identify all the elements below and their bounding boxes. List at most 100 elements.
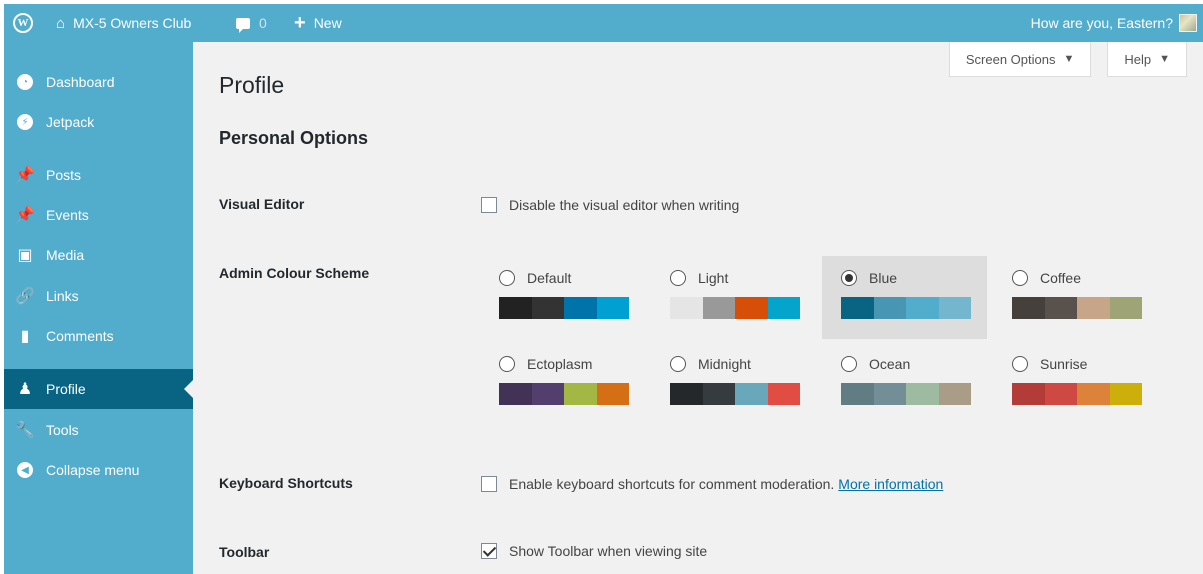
colour-scheme-option[interactable]: Light [651, 256, 816, 339]
help-button[interactable]: Help ▼ [1107, 42, 1187, 77]
colour-scheme-radio[interactable] [670, 356, 686, 372]
visual-editor-field[interactable]: Disable the visual editor when writing [481, 197, 739, 213]
toolbar-label: Toolbar [219, 544, 270, 560]
colour-scheme-option-label[interactable]: Midnight [670, 356, 751, 372]
colour-swatches [670, 297, 800, 319]
main-content: Screen Options ▼ Help ▼ Profile Personal… [193, 42, 1203, 574]
colour-swatch [1077, 383, 1110, 405]
toolbar-checkbox-text: Show Toolbar when viewing site [509, 543, 708, 559]
colour-scheme-option[interactable]: Coffee [993, 256, 1158, 339]
sidebar-item-comments[interactable]: ▮ Comments [4, 316, 193, 356]
colour-swatch [767, 297, 800, 319]
colour-swatch [531, 383, 564, 405]
colour-swatch [1044, 383, 1077, 405]
sidebar-item-label: Media [46, 247, 85, 263]
sidebar-item-media[interactable]: ▣ Media [4, 235, 193, 275]
avatar[interactable] [1179, 14, 1197, 32]
colour-swatches [841, 383, 971, 405]
colour-swatch [906, 297, 939, 319]
colour-scheme-name: Ocean [869, 356, 911, 372]
colour-scheme-name: Default [527, 270, 572, 286]
colour-swatch [1109, 383, 1142, 405]
visual-editor-label: Visual Editor [219, 196, 305, 212]
new-label: New [313, 15, 342, 31]
keyboard-shortcuts-field[interactable]: Enable keyboard shortcuts for comment mo… [481, 476, 943, 492]
jetpack-icon: ⚡ [17, 114, 33, 130]
colour-swatch [670, 297, 703, 319]
sidebar-item-posts[interactable]: 📌 Posts [4, 155, 193, 195]
more-information-link[interactable]: More information [838, 476, 943, 492]
colour-scheme-option[interactable]: Ocean [822, 342, 987, 425]
colour-scheme-radio[interactable] [1012, 356, 1028, 372]
toolbar-checkbox[interactable] [481, 543, 497, 559]
colour-scheme-option-label[interactable]: Ocean [841, 356, 910, 372]
sidebar-item-profile[interactable]: ♟ Profile [4, 369, 193, 409]
colour-scheme-radio[interactable] [499, 356, 515, 372]
colour-scheme-radio[interactable] [670, 270, 686, 286]
keyboard-shortcuts-checkbox[interactable] [481, 476, 497, 492]
colour-scheme-name: Coffee [1040, 270, 1081, 286]
colour-scheme-name: Midnight [698, 356, 751, 372]
colour-scheme-option-label[interactable]: Sunrise [1012, 356, 1087, 372]
colour-scheme-option[interactable]: Sunrise [993, 342, 1158, 425]
sidebar-item-label: Events [46, 207, 89, 223]
colour-swatches [670, 383, 800, 405]
colour-swatch [531, 297, 564, 319]
site-name-link[interactable]: ⌂ MX-5 Owners Club [56, 4, 191, 42]
colour-scheme-option[interactable]: Blue [822, 256, 987, 339]
colour-scheme-option-label[interactable]: Blue [841, 270, 897, 286]
colour-swatch [1109, 297, 1142, 319]
colour-scheme-option-label[interactable]: Default [499, 270, 571, 286]
colour-scheme-option[interactable]: Midnight [651, 342, 816, 425]
colour-scheme-option-label[interactable]: Ectoplasm [499, 356, 592, 372]
sidebar-item-label: Comments [46, 328, 114, 344]
sidebar-item-tools[interactable]: 🔧 Tools [4, 410, 193, 450]
colour-swatch [670, 383, 703, 405]
comments-link[interactable]: 0 [236, 4, 267, 42]
collapse-menu-button[interactable]: ◀ Collapse menu [4, 450, 193, 490]
sidebar-item-dashboard[interactable]: ◔ Dashboard [4, 62, 193, 102]
colour-scheme-radio[interactable] [841, 270, 857, 286]
colour-scheme-option[interactable]: Default [480, 256, 645, 339]
toolbar-field[interactable]: Show Toolbar when viewing site [481, 543, 707, 559]
colour-swatch [1012, 297, 1045, 319]
colour-scheme-option-label[interactable]: Coffee [1012, 270, 1081, 286]
colour-swatches [841, 297, 971, 319]
account-menu[interactable]: How are you, Eastern? [1031, 4, 1173, 42]
colour-swatch [564, 297, 597, 319]
colour-swatch [702, 297, 735, 319]
site-name: MX-5 Owners Club [73, 15, 192, 31]
colour-swatch [873, 297, 906, 319]
colour-scheme-radio[interactable] [499, 270, 515, 286]
home-icon: ⌂ [56, 14, 66, 32]
colour-scheme-option[interactable]: Ectoplasm [480, 342, 645, 425]
visual-editor-checkbox[interactable] [481, 197, 497, 213]
sidebar-item-jetpack[interactable]: ⚡ Jetpack [4, 102, 193, 142]
colour-swatches [499, 297, 629, 319]
link-icon: 🔗 [15, 288, 35, 305]
new-content-button[interactable]: + New [294, 4, 342, 42]
sidebar-item-links[interactable]: 🔗 Links [4, 276, 193, 316]
screen-options-button[interactable]: Screen Options ▼ [948, 42, 1092, 77]
colour-swatch [841, 297, 874, 319]
colour-swatches [499, 383, 629, 405]
media-icon: ▣ [17, 247, 33, 264]
help-label: Help [1124, 51, 1152, 67]
screen-options-label: Screen Options [965, 51, 1056, 67]
colour-swatch [938, 383, 971, 405]
colour-swatch [702, 383, 735, 405]
sidebar-item-label: Profile [46, 381, 86, 397]
colour-swatch [596, 297, 629, 319]
user-icon: ♟ [17, 381, 33, 398]
wordpress-logo-icon: W [13, 13, 33, 33]
pin-icon: 📌 [15, 207, 35, 224]
sidebar-item-label: Posts [46, 167, 82, 183]
sidebar-item-events[interactable]: 📌 Events [4, 195, 193, 235]
collapse-icon: ◀ [17, 462, 33, 478]
colour-scheme-label: Admin Colour Scheme [219, 265, 370, 281]
colour-scheme-option-label[interactable]: Light [670, 270, 728, 286]
colour-scheme-radio[interactable] [1012, 270, 1028, 286]
colour-scheme-radio[interactable] [841, 356, 857, 372]
section-title: Personal Options [219, 128, 369, 148]
wordpress-logo-button[interactable]: W [10, 4, 36, 42]
